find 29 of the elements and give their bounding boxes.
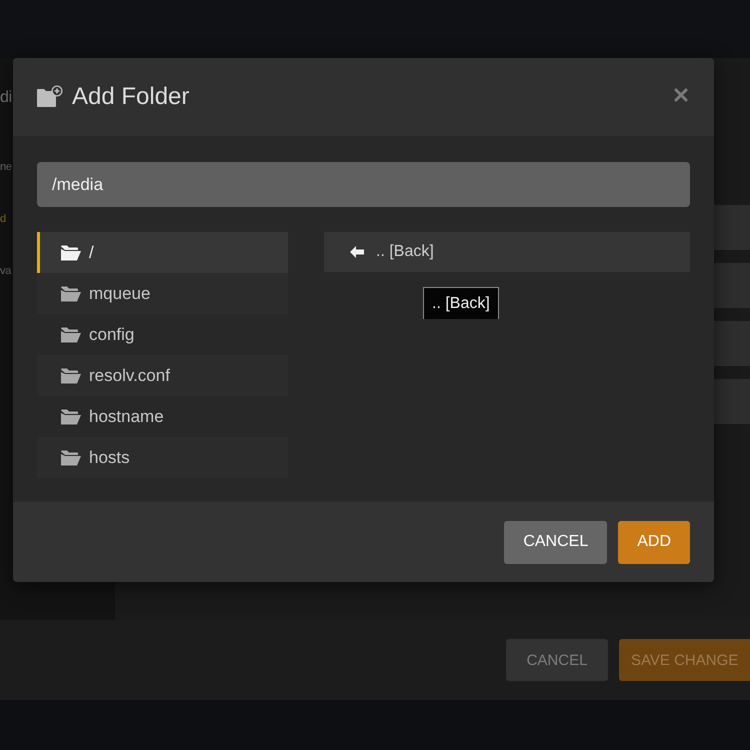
folder-item[interactable]: config [37, 314, 288, 355]
folder-icon [61, 286, 81, 302]
input-field[interactable] [714, 205, 750, 250]
close-button[interactable] [674, 88, 688, 102]
folder-icon [61, 450, 81, 466]
left-arrow-icon [350, 246, 364, 258]
back-item[interactable]: .. [Back] [324, 232, 690, 272]
input-field[interactable] [714, 263, 750, 308]
sidebar-text: di [0, 88, 12, 108]
folder-item[interactable]: hosts [37, 437, 288, 478]
folder-icon [61, 368, 81, 384]
close-icon [674, 88, 688, 102]
folder-icon [61, 244, 81, 260]
folder-icon [61, 326, 81, 342]
sidebar-text: ne [0, 160, 12, 174]
cancel-button[interactable]: CANCEL [504, 520, 608, 564]
path-field[interactable]: /media [37, 162, 690, 207]
folder-item[interactable]: hostname [37, 396, 288, 437]
folder-item[interactable]: / [37, 232, 288, 273]
dialog-title: Add Folder [72, 83, 190, 111]
folder-item[interactable]: mqueue [37, 273, 288, 314]
folder-item[interactable]: resolv.conf [37, 355, 288, 396]
input-field[interactable] [714, 379, 750, 424]
input-field[interactable] [714, 321, 750, 366]
folder-plus-icon [37, 84, 63, 106]
tooltip: .. [Back] [423, 287, 499, 319]
sidebar-text: va [0, 264, 12, 278]
sidebar-text: d [0, 212, 6, 226]
folder-icon [61, 408, 81, 424]
